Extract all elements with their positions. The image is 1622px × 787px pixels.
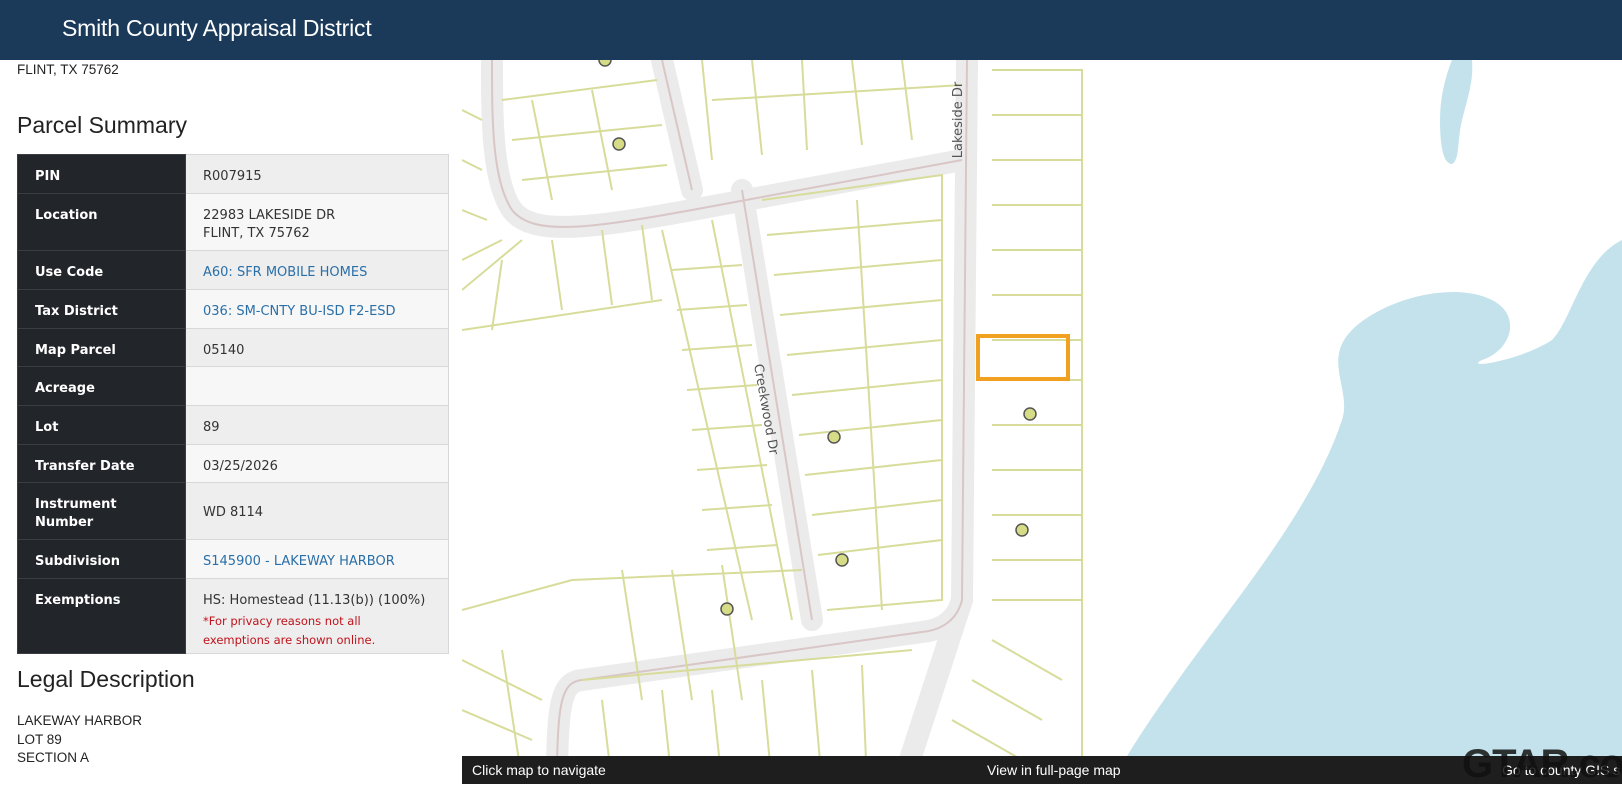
- legal-description-text: LAKEWAY HARBOR LOT 89 SECTION A: [17, 712, 142, 768]
- row-label: Lot: [35, 420, 59, 435]
- site-title[interactable]: Smith County Appraisal District: [62, 15, 372, 42]
- lake-water: [1112, 140, 1622, 784]
- table-row: Location 22983 LAKESIDE DR FLINT, TX 7576…: [17, 193, 449, 251]
- click-map-hint[interactable]: Click map to navigate: [472, 762, 606, 778]
- table-row: PIN R007915: [17, 154, 449, 194]
- table-row: Exemptions HS: Homestead (11.13(b)) (100…: [17, 578, 449, 654]
- tax-district-link[interactable]: 036: SM-CNTY BU-ISD F2-ESD: [203, 304, 396, 319]
- table-row: Instrument Number WD 8114: [17, 482, 449, 540]
- row-label: Location: [35, 208, 98, 223]
- map-canvas[interactable]: Lakeside Dr Creekwood Dr: [462, 60, 1622, 784]
- lake-inlet: [1440, 60, 1473, 164]
- row-label: Subdivision: [35, 554, 120, 569]
- table-row: Subdivision S145900 - LAKEWAY HARBOR: [17, 539, 449, 579]
- street-label-lakeside: Lakeside Dr: [951, 81, 966, 158]
- parcel-summary-table: PIN R007915 Location 22983 LAKESIDE DR FL…: [17, 154, 449, 654]
- legal-line: LOT 89: [17, 731, 62, 747]
- owner-address-line: FLINT, TX 75762: [17, 62, 119, 77]
- selected-parcel-outline[interactable]: [976, 334, 1070, 381]
- privacy-note: *For privacy reasons not all exemptions …: [203, 614, 376, 647]
- roads: [481, 60, 978, 784]
- pin-value: R007915: [203, 169, 262, 184]
- legal-description-heading: Legal Description: [17, 666, 195, 692]
- table-row: Map Parcel 05140: [17, 328, 449, 367]
- row-label: Map Parcel: [35, 343, 116, 358]
- row-label: Use Code: [35, 265, 104, 280]
- map-toolbar: Click map to navigate View in full-page …: [462, 756, 1622, 784]
- acreage-value: [203, 367, 431, 380]
- full-page-map-link[interactable]: View in full-page map: [987, 762, 1121, 778]
- table-row: Tax District 036: SM-CNTY BU-ISD F2-ESD: [17, 289, 449, 329]
- row-label: Transfer Date: [35, 459, 135, 474]
- parcel-summary-heading: Parcel Summary: [17, 112, 187, 138]
- row-label: Exemptions: [35, 593, 121, 608]
- use-code-link[interactable]: A60: SFR MOBILE HOMES: [203, 265, 367, 280]
- location-line-1: 22983 LAKESIDE DR: [203, 208, 336, 223]
- transfer-date-value: 03/25/2026: [203, 459, 278, 474]
- subdivision-link[interactable]: S145900 - LAKEWAY HARBOR: [203, 554, 395, 569]
- map-parcel-value: 05140: [203, 343, 245, 358]
- row-label: Acreage: [35, 381, 95, 396]
- location-line-2: FLINT, TX 75762: [203, 226, 310, 241]
- watermark-logo: GTAR.com: [1462, 742, 1622, 786]
- parcel-map[interactable]: Lakeside Dr Creekwood Dr: [462, 60, 1622, 784]
- exemptions-value: HS: Homestead (11.13(b)) (100%): [203, 593, 426, 608]
- parcel-details-panel: FLINT, TX 75762 Parcel Summary PIN R0079…: [0, 60, 462, 784]
- instrument-number-value: WD 8114: [203, 505, 264, 520]
- legal-line: LAKEWAY HARBOR: [17, 713, 143, 728]
- row-label: Instrument Number: [35, 497, 117, 530]
- table-row: Use Code A60: SFR MOBILE HOMES: [17, 250, 449, 290]
- legal-line: SECTION A: [17, 750, 90, 765]
- table-row: Transfer Date 03/25/2026: [17, 444, 449, 483]
- lot-value: 89: [203, 420, 220, 435]
- row-label: PIN: [35, 169, 61, 184]
- table-row: Acreage: [17, 366, 449, 406]
- table-row: Lot 89: [17, 405, 449, 445]
- row-label: Tax District: [35, 304, 118, 319]
- app-header: Smith County Appraisal District: [0, 0, 1622, 60]
